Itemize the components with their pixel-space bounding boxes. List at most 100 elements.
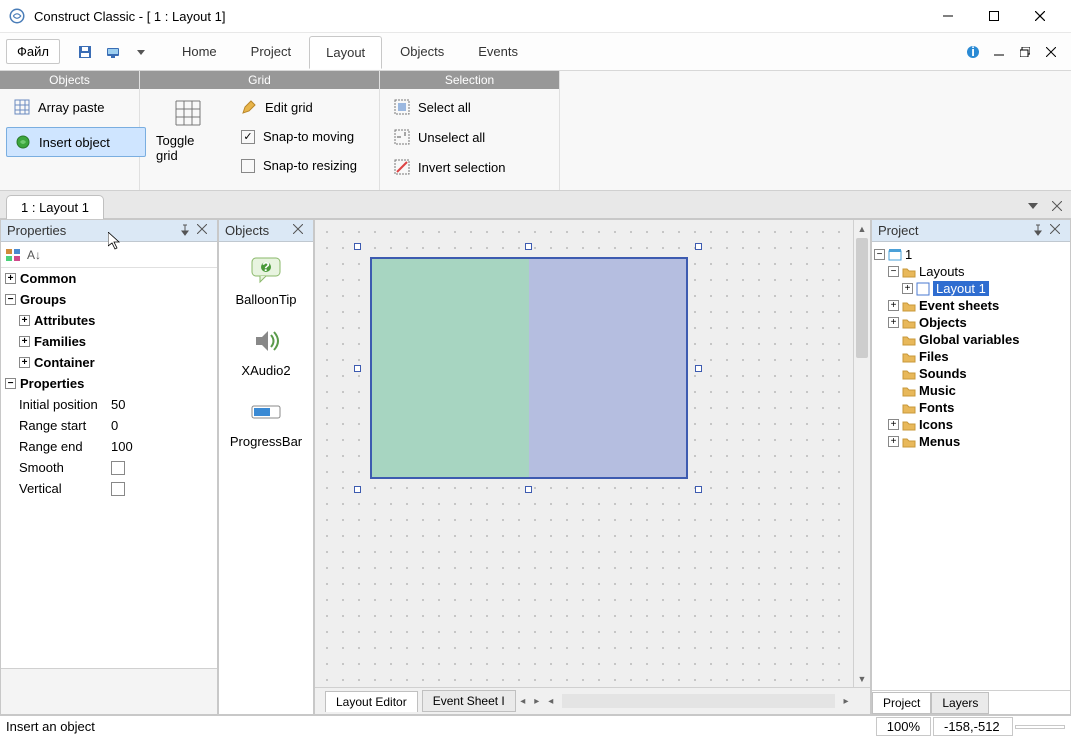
mdi-restore-icon[interactable]	[1017, 44, 1033, 60]
ribbon-group-title-objects: Objects	[0, 71, 139, 89]
tree-fonts[interactable]: Fonts	[874, 399, 1068, 416]
tabscroll-right-icon[interactable]: ▸	[530, 696, 544, 707]
resize-handle-w[interactable]	[354, 365, 361, 372]
checkbox-unchecked-icon[interactable]	[111, 461, 125, 475]
panel-close-icon[interactable]	[1050, 224, 1064, 238]
scroll-down-icon[interactable]: ▼	[854, 670, 870, 687]
properties-toolbar: A↓	[1, 242, 217, 268]
object-xaudio2[interactable]: XAudio2	[219, 313, 313, 384]
close-button[interactable]	[1017, 0, 1063, 32]
object-balloontip[interactable]: ? BalloonTip	[219, 242, 313, 313]
prop-group-groups[interactable]: −Groups	[1, 289, 217, 310]
tab-layout[interactable]: Layout	[309, 36, 382, 69]
tree-sounds[interactable]: Sounds	[874, 365, 1068, 382]
tree-music[interactable]: Music	[874, 382, 1068, 399]
help-icon[interactable]: i	[965, 44, 981, 60]
tree-icons[interactable]: +Icons	[874, 416, 1068, 433]
tree-files[interactable]: Files	[874, 348, 1068, 365]
qat-dropdown-icon[interactable]	[130, 41, 152, 63]
unselect-all-label: Unselect all	[418, 130, 485, 145]
grid-icon	[14, 99, 30, 115]
tree-menus[interactable]: +Menus	[874, 433, 1068, 450]
unselect-all-button[interactable]: Unselect all	[386, 123, 526, 151]
resize-handle-ne[interactable]	[695, 243, 702, 250]
insert-object-label: Insert object	[39, 135, 110, 150]
tab-home[interactable]: Home	[166, 36, 233, 67]
invert-selection-icon	[394, 159, 410, 175]
array-paste-button[interactable]: Array paste	[6, 93, 146, 121]
maximize-button[interactable]	[971, 0, 1017, 32]
object-progressbar[interactable]: ProgressBar	[219, 384, 313, 455]
resize-handle-s[interactable]	[525, 486, 532, 493]
snap-moving-checkbox[interactable]: ✓ Snap-to moving	[233, 123, 373, 150]
project-tab-layers[interactable]: Layers	[931, 692, 989, 714]
pin-icon[interactable]	[1032, 224, 1046, 238]
prop-vertical[interactable]: Vertical	[1, 478, 217, 499]
panel-close-icon[interactable]	[293, 224, 307, 238]
status-empty	[1015, 725, 1065, 729]
resize-handle-nw[interactable]	[354, 243, 361, 250]
mdi-close-icon[interactable]	[1043, 44, 1059, 60]
pin-icon[interactable]	[179, 224, 193, 238]
horizontal-scrollbar[interactable]	[562, 694, 835, 708]
insert-object-button[interactable]: Insert object	[6, 127, 146, 157]
prop-group-properties[interactable]: −Properties	[1, 373, 217, 394]
hscroll-right-icon[interactable]: ▸	[839, 696, 853, 707]
resize-handle-sw[interactable]	[354, 486, 361, 493]
file-menu-button[interactable]: Файл	[6, 39, 60, 64]
prop-group-families[interactable]: +Families	[1, 331, 217, 352]
select-all-button[interactable]: Select all	[386, 93, 526, 121]
tabscroll-left-icon[interactable]: ◂	[516, 696, 530, 707]
prop-group-attributes[interactable]: +Attributes	[1, 310, 217, 331]
run-icon[interactable]	[102, 41, 124, 63]
project-icon	[888, 248, 902, 262]
prop-group-container[interactable]: +Container	[1, 352, 217, 373]
svg-text:?: ?	[262, 259, 270, 274]
tab-events[interactable]: Events	[462, 36, 534, 67]
panel-close-icon[interactable]	[197, 224, 211, 238]
invert-selection-button[interactable]: Invert selection	[386, 153, 526, 181]
tabbar-chevron-down-icon[interactable]	[1025, 198, 1041, 214]
minimize-button[interactable]	[925, 0, 971, 32]
tree-root[interactable]: −1	[874, 246, 1068, 263]
vertical-scrollbar[interactable]: ▲ ▼	[853, 220, 870, 687]
save-icon[interactable]	[74, 41, 96, 63]
prop-group-common[interactable]: +Common	[1, 268, 217, 289]
categorized-icon[interactable]	[5, 247, 21, 263]
prop-initial-position[interactable]: Initial position50	[1, 394, 217, 415]
layout-canvas[interactable]: ▲ ▼ Layout Editor Event Sheet I ◂ ▸ ◂ ▸	[314, 219, 871, 715]
prop-range-start[interactable]: Range start0	[1, 415, 217, 436]
mdi-minimize-icon[interactable]	[991, 44, 1007, 60]
folder-icon	[902, 316, 916, 330]
selected-object[interactable]	[370, 257, 688, 479]
tabbar-close-icon[interactable]	[1049, 198, 1065, 214]
hscroll-left-icon[interactable]: ◂	[544, 696, 558, 707]
scroll-up-icon[interactable]: ▲	[854, 220, 870, 237]
sort-icon[interactable]: A↓	[27, 248, 41, 262]
tab-project[interactable]: Project	[235, 36, 307, 67]
tree-global-vars[interactable]: Global variables	[874, 331, 1068, 348]
tree-objects[interactable]: +Objects	[874, 314, 1068, 331]
document-tab[interactable]: 1 : Layout 1	[6, 195, 104, 219]
tab-objects[interactable]: Objects	[384, 36, 460, 67]
prop-range-end[interactable]: Range end100	[1, 436, 217, 457]
checkbox-unchecked-icon[interactable]	[111, 482, 125, 496]
array-paste-label: Array paste	[38, 100, 104, 115]
resize-handle-n[interactable]	[525, 243, 532, 250]
properties-panel-title: Properties	[7, 223, 175, 238]
project-tab-project[interactable]: Project	[872, 692, 931, 714]
prop-smooth[interactable]: Smooth	[1, 457, 217, 478]
scrollbar-thumb[interactable]	[856, 238, 868, 358]
canvas-tab-event-sheet[interactable]: Event Sheet I	[422, 690, 516, 712]
resize-handle-se[interactable]	[695, 486, 702, 493]
edit-grid-button[interactable]: Edit grid	[233, 93, 373, 121]
toggle-grid-button[interactable]: Toggle grid	[146, 93, 229, 169]
balloon-icon: ?	[250, 254, 282, 286]
resize-handle-e[interactable]	[695, 365, 702, 372]
canvas-tab-layout-editor[interactable]: Layout Editor	[325, 691, 418, 712]
tree-event-sheets[interactable]: +Event sheets	[874, 297, 1068, 314]
tree-layout1[interactable]: +Layout 1	[874, 280, 1068, 297]
tree-layouts[interactable]: −Layouts	[874, 263, 1068, 280]
main-toolbar: Файл Home Project Layout Objects Events …	[0, 33, 1071, 71]
snap-resizing-checkbox[interactable]: Snap-to resizing	[233, 152, 373, 179]
